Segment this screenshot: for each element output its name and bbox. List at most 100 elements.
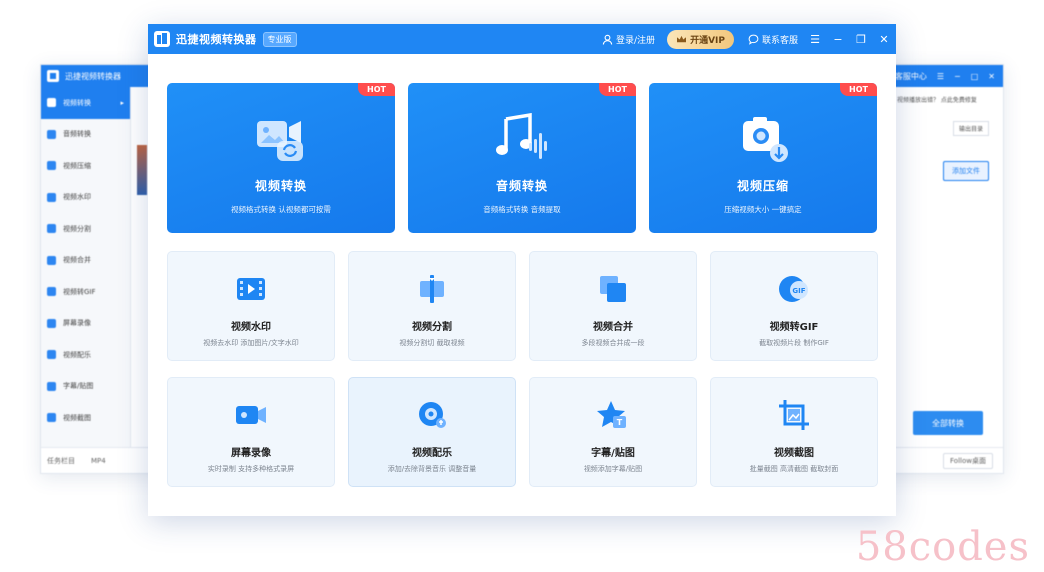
screenshot-card[interactable]: 视频截图 批量截图 高清截图 截取封面 <box>710 377 878 487</box>
bg-sidebar-item[interactable]: 视频配乐 <box>41 339 130 371</box>
bg-sidebar-icon <box>47 287 56 297</box>
bg-sidebar-item[interactable]: 视频合并 <box>41 245 130 277</box>
bg-sidebar-item[interactable]: 屏幕录像 <box>41 308 130 340</box>
chat-icon <box>748 34 759 45</box>
bg-close-icon[interactable]: ✕ <box>988 72 995 81</box>
bg-sidebar-icon <box>47 318 56 328</box>
support-label: 联系客服 <box>761 35 798 46</box>
bg-convert-all-button[interactable]: 全部转换 <box>913 411 983 435</box>
main-window: 迅捷视频转换器 专业版 登录/注册 开通VIP 联系客服 ☰ − ❐ ✕ HOT <box>148 24 896 516</box>
card-title: 视频配乐 <box>412 448 452 459</box>
bg-maximize-icon[interactable]: □ <box>971 72 979 81</box>
bg-bottom-label: 任务栏目 <box>47 456 75 465</box>
bg-sidebar-item[interactable]: 视频转GIF <box>41 276 130 308</box>
bg-minimize-icon[interactable]: − <box>954 72 961 81</box>
bg-top-hint[interactable]: 视频播放出错？ 点此免费修复 <box>897 95 997 104</box>
minimize-icon[interactable]: − <box>832 33 844 46</box>
bg-support-link[interactable]: 客服中心 <box>895 71 927 82</box>
bg-sidebar-item[interactable]: 字幕/贴图 <box>41 371 130 403</box>
bg-sidebar-label: 视频配乐 <box>63 350 91 359</box>
card-subtitle: 视频去水印 添加图片/文字水印 <box>203 339 299 347</box>
bg-sidebar-item[interactable]: 视频截图 <box>41 402 130 434</box>
feature-grid: HOT 视频转换 视频格式转换 认视频都可按需 HOT 音频转换 音频格式转换 … <box>148 54 896 516</box>
bg-sidebar-icon <box>47 255 56 265</box>
bg-sidebar-label: 视频水印 <box>63 193 91 202</box>
card-title: 音频转换 <box>495 179 548 193</box>
music-icon <box>419 402 446 428</box>
bg-sidebar-label: 视频截图 <box>63 413 91 422</box>
vip-label: 开通VIP <box>690 35 725 46</box>
bg-sidebar-item[interactable]: 视频水印 <box>41 182 130 214</box>
svg-text:GIF: GIF <box>792 287 805 295</box>
bg-sidebar-icon <box>47 350 56 360</box>
bg-app-logo-icon <box>47 70 59 82</box>
user-icon <box>602 34 613 45</box>
bg-add-file-button[interactable]: 添加文件 <box>943 161 989 181</box>
card-title: 视频转换 <box>254 179 307 193</box>
split-icon <box>420 275 444 303</box>
bg-sidebar: 视频转换 ▸ 音频转换 视频压缩 视频水印 视频分割 视频合并 视频转GIF 屏幕… <box>41 87 131 473</box>
restore-icon[interactable]: ❐ <box>855 33 867 46</box>
music-card[interactable]: 视频配乐 添加/去除背景音乐 调整音量 <box>348 377 516 487</box>
card-title: 视频转GIF <box>769 322 819 333</box>
bg-output-select[interactable]: Follow桌面 <box>943 452 993 469</box>
bg-sidebar-label: 视频分割 <box>63 224 91 233</box>
bg-sidebar-item[interactable]: 视频转换 ▸ <box>41 87 130 119</box>
bg-sidebar-icon <box>47 98 56 108</box>
screen-record-card[interactable]: 屏幕录像 实时录制 支持多种格式录屏 <box>167 377 335 487</box>
support-button[interactable]: 联系客服 <box>748 33 798 46</box>
gif-icon: GIF <box>779 276 808 302</box>
bg-bottom-value[interactable]: MP4 <box>91 457 106 465</box>
hot-badge: HOT <box>840 83 877 96</box>
bg-sidebar-icon <box>47 129 56 139</box>
gif-card[interactable]: GIF 视频转GIF 截取视频片段 制作GIF <box>710 251 878 361</box>
card-subtitle: 视频格式转换 认视频都可按需 <box>231 205 331 214</box>
app-logo-icon <box>154 31 170 47</box>
watermark-card[interactable]: 视频水印 视频去水印 添加图片/文字水印 <box>167 251 335 361</box>
bg-sidebar-icon <box>47 381 56 391</box>
audio-convert-card[interactable]: HOT 音频转换 音频格式转换 音频提取 <box>408 83 636 233</box>
bg-app-title: 迅捷视频转换器 <box>65 71 121 81</box>
video-convert-icon <box>257 121 303 161</box>
close-icon[interactable]: ✕ <box>878 33 890 46</box>
card-subtitle: 视频分割切 截取视频 <box>399 339 465 347</box>
bg-sidebar-item[interactable]: 音频转换 <box>41 119 130 151</box>
bg-output-folder-button[interactable]: 输出目录 <box>952 121 989 136</box>
subtitle-card[interactable]: T 字幕/贴图 视频添加字幕/贴图 <box>529 377 697 487</box>
video-compress-card[interactable]: HOT 视频压缩 压缩视频大小 一键搞定 <box>649 83 877 233</box>
screen-record-icon <box>236 406 266 424</box>
card-subtitle: 多段视频合并成一段 <box>581 339 645 347</box>
merge-icon <box>600 276 626 302</box>
video-convert-card[interactable]: HOT 视频转换 视频格式转换 认视频都可按需 <box>167 83 395 233</box>
card-subtitle: 视频添加字幕/贴图 <box>583 465 643 473</box>
subtitle-icon: T <box>597 401 626 428</box>
bg-video-thumbnail <box>137 145 147 195</box>
card-title: 视频截图 <box>774 448 814 459</box>
bg-sidebar-icon <box>47 161 56 171</box>
chevron-right-icon: ▸ <box>120 98 124 107</box>
site-watermark: 58codes <box>855 524 1030 570</box>
card-title: 字幕/贴图 <box>591 448 635 459</box>
bg-sidebar-icon <box>47 192 56 202</box>
bg-sidebar-label: 视频压缩 <box>63 161 91 170</box>
menu-icon[interactable]: ☰ <box>809 33 821 46</box>
merge-card[interactable]: 视频合并 多段视频合并成一段 <box>529 251 697 361</box>
card-subtitle: 压缩视频大小 一键搞定 <box>724 205 802 214</box>
hot-badge: HOT <box>599 83 636 96</box>
card-title: 视频合并 <box>593 322 633 333</box>
hot-badge: HOT <box>358 83 395 96</box>
bg-menu-icon[interactable]: ☰ <box>937 72 944 81</box>
login-label: 登录/注册 <box>616 35 656 46</box>
svg-text:T: T <box>617 418 623 427</box>
card-title: 视频水印 <box>231 322 271 333</box>
bg-sidebar-label: 视频合并 <box>63 256 91 265</box>
card-title: 视频分割 <box>412 322 452 333</box>
bg-sidebar-item[interactable]: 视频分割 <box>41 213 130 245</box>
vip-button[interactable]: 开通VIP <box>667 29 734 49</box>
split-card[interactable]: 视频分割 视频分割切 截取视频 <box>348 251 516 361</box>
video-compress-icon <box>743 117 788 162</box>
version-badge: 专业版 <box>262 31 297 47</box>
login-button[interactable]: 登录/注册 <box>602 33 655 46</box>
card-title: 屏幕录像 <box>231 448 271 459</box>
bg-sidebar-item[interactable]: 视频压缩 <box>41 150 130 182</box>
